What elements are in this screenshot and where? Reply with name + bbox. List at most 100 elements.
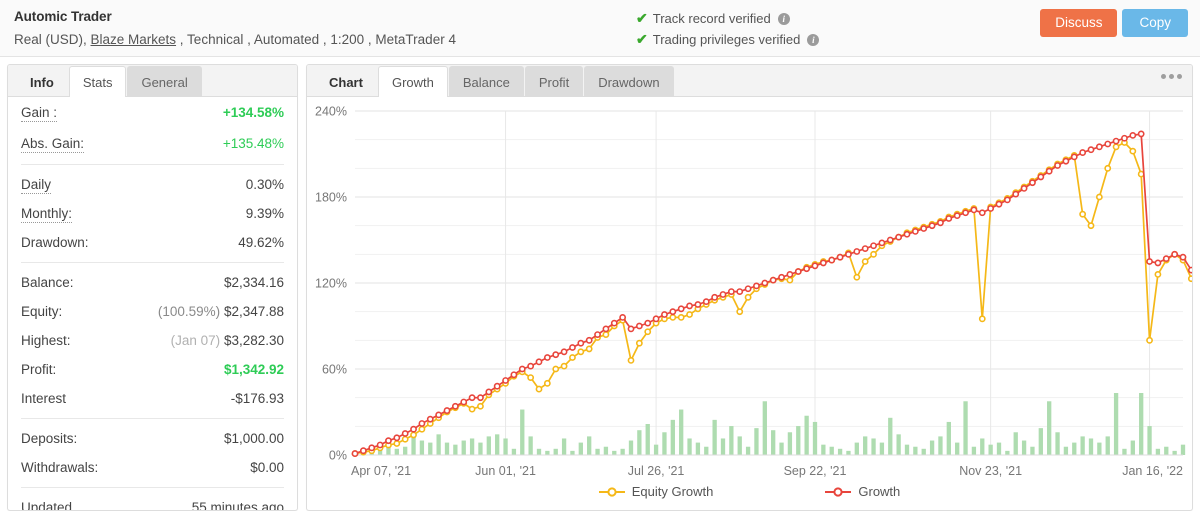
data-point[interactable] xyxy=(953,212,961,220)
data-point[interactable] xyxy=(410,425,417,433)
data-point[interactable] xyxy=(1146,258,1153,265)
data-point[interactable] xyxy=(485,388,493,396)
data-point[interactable] xyxy=(719,291,727,298)
data-point[interactable] xyxy=(627,356,635,364)
data-point[interactable] xyxy=(1003,196,1011,204)
data-point[interactable] xyxy=(978,315,986,323)
data-point[interactable] xyxy=(1162,255,1170,263)
data-point[interactable] xyxy=(435,411,443,419)
data-point[interactable] xyxy=(468,405,476,413)
data-point[interactable] xyxy=(744,285,752,293)
data-point[interactable] xyxy=(962,209,969,217)
data-point[interactable] xyxy=(828,256,836,264)
data-point[interactable] xyxy=(535,385,543,393)
tab-growth[interactable]: Growth xyxy=(377,66,448,97)
data-point[interactable] xyxy=(552,365,560,373)
stat-label[interactable]: Abs. Gain: xyxy=(21,136,85,153)
data-point[interactable] xyxy=(661,311,668,318)
data-point[interactable] xyxy=(443,407,451,414)
data-point[interactable] xyxy=(560,348,568,356)
data-point[interactable] xyxy=(845,250,852,258)
data-point[interactable] xyxy=(753,282,760,290)
data-point[interactable] xyxy=(744,293,752,301)
info-icon[interactable]: i xyxy=(807,33,820,46)
data-point[interactable] xyxy=(937,219,944,227)
data-point[interactable] xyxy=(1045,167,1053,175)
data-point[interactable] xyxy=(518,365,526,373)
data-point[interactable] xyxy=(669,308,677,316)
data-point[interactable] xyxy=(1179,253,1187,261)
data-point[interactable] xyxy=(535,358,543,366)
stat-label[interactable]: Daily xyxy=(21,177,52,194)
data-point[interactable] xyxy=(652,315,660,323)
data-point[interactable] xyxy=(543,354,551,361)
data-point[interactable] xyxy=(1020,185,1028,192)
data-point[interactable] xyxy=(686,311,693,318)
data-point[interactable] xyxy=(778,273,785,281)
data-point[interactable] xyxy=(577,339,585,347)
data-point[interactable] xyxy=(669,313,677,321)
tab-balance[interactable]: Balance xyxy=(448,66,524,97)
data-point[interactable] xyxy=(351,450,359,457)
data-point[interactable] xyxy=(418,425,426,433)
data-point[interactable] xyxy=(585,345,593,353)
data-point[interactable] xyxy=(418,420,426,427)
broker-link[interactable]: Blaze Markets xyxy=(91,32,177,47)
data-point[interactable] xyxy=(895,233,903,241)
data-point[interactable] xyxy=(736,288,744,295)
data-point[interactable] xyxy=(376,441,384,449)
data-point[interactable] xyxy=(1104,164,1112,172)
data-point[interactable] xyxy=(803,265,811,273)
data-point[interactable] xyxy=(853,273,861,281)
data-point[interactable] xyxy=(619,313,627,321)
data-point[interactable] xyxy=(493,382,501,390)
data-point[interactable] xyxy=(644,319,652,327)
data-point[interactable] xyxy=(527,374,535,381)
ellipsis-icon[interactable] xyxy=(1161,74,1182,79)
data-point[interactable] xyxy=(1146,336,1153,344)
legend-item-growth[interactable]: Growth xyxy=(825,484,900,499)
data-point[interactable] xyxy=(686,302,693,310)
data-point[interactable] xyxy=(853,248,861,255)
data-point[interactable] xyxy=(861,245,869,252)
data-point[interactable] xyxy=(794,268,802,275)
data-point[interactable] xyxy=(577,348,585,356)
data-point[interactable] xyxy=(1095,143,1103,151)
data-point[interactable] xyxy=(995,200,1003,208)
data-point[interactable] xyxy=(1079,149,1087,156)
data-point[interactable] xyxy=(468,394,476,402)
discuss-button[interactable]: Discuss xyxy=(1040,9,1118,37)
data-point[interactable] xyxy=(769,276,777,284)
data-point[interactable] xyxy=(477,394,484,402)
stat-label[interactable]: Gain : xyxy=(21,105,58,122)
data-point[interactable] xyxy=(401,430,409,437)
data-point[interactable] xyxy=(970,206,978,214)
data-point[interactable] xyxy=(1054,162,1061,169)
data-point[interactable] xyxy=(527,362,535,370)
info-icon[interactable]: i xyxy=(777,12,790,25)
data-point[interactable] xyxy=(1137,130,1145,138)
legend-item-equity-growth[interactable]: Equity Growth xyxy=(598,484,713,499)
data-point[interactable] xyxy=(694,301,702,308)
data-point[interactable] xyxy=(945,215,953,222)
data-point[interactable] xyxy=(477,402,484,410)
tab-drawdown[interactable]: Drawdown xyxy=(584,66,674,97)
data-point[interactable] xyxy=(426,415,434,423)
data-point[interactable] xyxy=(702,298,710,306)
data-point[interactable] xyxy=(460,398,468,406)
data-point[interactable] xyxy=(594,331,601,338)
data-point[interactable] xyxy=(1112,137,1120,145)
data-point[interactable] xyxy=(552,351,560,359)
data-point[interactable] xyxy=(1104,140,1112,148)
data-point[interactable] xyxy=(1012,190,1020,198)
data-point[interactable] xyxy=(1154,259,1162,267)
data-point[interactable] xyxy=(1187,275,1193,283)
tab-stats[interactable]: Stats xyxy=(68,66,127,97)
data-point[interactable] xyxy=(359,447,367,455)
copy-button[interactable]: Copy xyxy=(1122,9,1188,37)
data-point[interactable] xyxy=(393,434,401,442)
data-point[interactable] xyxy=(870,242,877,250)
data-point[interactable] xyxy=(569,344,576,351)
data-point[interactable] xyxy=(410,431,417,439)
data-point[interactable] xyxy=(610,319,618,327)
